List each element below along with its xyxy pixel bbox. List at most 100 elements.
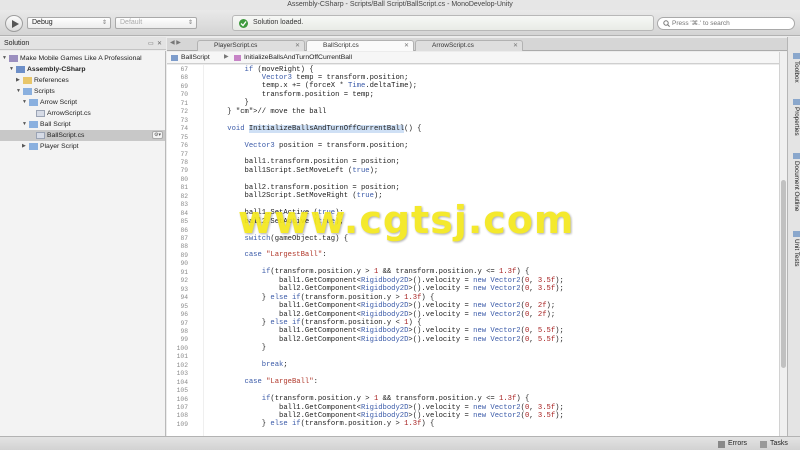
run-button[interactable] bbox=[5, 15, 23, 32]
chevron-updown-icon: ⇕ bbox=[101, 20, 107, 26]
tasks-icon bbox=[760, 441, 767, 448]
minimize-icon[interactable]: ▭ bbox=[148, 40, 154, 47]
chevron-down-icon[interactable]: ▼ bbox=[22, 119, 27, 130]
chevron-down-icon[interactable]: ▼ bbox=[22, 97, 27, 108]
main-toolbar: Debug ⇕ Default ⇕ Solution loaded. bbox=[0, 10, 800, 36]
code-line[interactable]: case "LargeBall": bbox=[210, 378, 318, 386]
line-number-gutter: 67 68 69 70 71 72 73 74 75 76 77 78 79 80 81 82 83 84 85 86… bbox=[167, 65, 195, 436]
code-line[interactable]: case "LargestBall": bbox=[210, 251, 327, 259]
tree-item-solution[interactable]: ▼ Make Mobile Games Like A Professional bbox=[0, 53, 165, 64]
code-line[interactable]: } else if(transform.position.y < 1) { bbox=[210, 319, 422, 327]
code-line[interactable]: Vector3 temp = transform.position; bbox=[210, 74, 409, 82]
dock-tab-toolbox[interactable]: Toolbox bbox=[789, 53, 800, 83]
code-line[interactable]: switch(gameObject.tag) { bbox=[210, 235, 349, 243]
code-editor[interactable]: 67 68 69 70 71 72 73 74 75 76 77 78 79 80 81 82 83 84 85 86… bbox=[167, 65, 779, 436]
errors-button[interactable]: Errors bbox=[728, 440, 747, 447]
code-line[interactable]: ball1.GetComponent<Rigidbody2D>().veloci… bbox=[210, 404, 564, 412]
code-line[interactable]: void InitializeBallsAndTurnOffCurrentBal… bbox=[210, 124, 421, 133]
code-line[interactable]: ball2.transform.position = position; bbox=[210, 184, 400, 192]
close-icon[interactable]: ✕ bbox=[513, 41, 518, 51]
chevron-right-icon[interactable]: ▶ bbox=[22, 141, 26, 152]
target-value: Default bbox=[120, 19, 143, 26]
code-line[interactable]: if(transform.position.y > 1 && transform… bbox=[210, 268, 530, 276]
code-line[interactable]: ball2.GetComponent<Rigidbody2D>().veloci… bbox=[210, 412, 564, 420]
code-line[interactable]: break; bbox=[210, 361, 288, 369]
code-line[interactable]: ball2.GetComponent<Rigidbody2D>().veloci… bbox=[210, 285, 564, 293]
code-line[interactable]: Vector3 position = transform.position; bbox=[210, 142, 409, 150]
tree-item-arrow-script[interactable]: ▼ Arrow Script bbox=[0, 97, 165, 108]
code-line[interactable]: ball2Script.SetMoveRight (true); bbox=[210, 192, 383, 200]
code-line[interactable]: ball1.SetActive (true); bbox=[210, 209, 344, 217]
chevron-right-icon[interactable]: ▶ bbox=[16, 75, 20, 86]
solution-icon bbox=[9, 55, 18, 62]
method-icon bbox=[234, 55, 241, 61]
scrollbar-thumb[interactable] bbox=[781, 180, 786, 368]
chevron-down-icon[interactable]: ▼ bbox=[2, 53, 7, 64]
code-line[interactable]: ball2.GetComponent<Rigidbody2D>().veloci… bbox=[210, 311, 555, 319]
tab-playerscript[interactable]: PlayerScript.cs ✕ bbox=[197, 40, 305, 51]
close-icon[interactable]: ✕ bbox=[295, 41, 300, 51]
tree-item-arrowscript-cs[interactable]: ArrowScript.cs bbox=[0, 108, 165, 119]
chevron-down-icon[interactable]: ▼ bbox=[16, 86, 21, 97]
chevron-updown-icon: ⇕ bbox=[187, 20, 193, 26]
breadcrumb: BallScript ▶ InitializeBallsAndTurnOffCu… bbox=[167, 52, 787, 64]
code-line[interactable]: if (moveRight) { bbox=[210, 66, 314, 74]
tree-item-project[interactable]: ▼ Assembly-CSharp bbox=[0, 64, 165, 75]
code-line[interactable]: } else if(transform.position.y > 1.3f) { bbox=[210, 420, 435, 428]
tree-item-ball-script[interactable]: ▼ Ball Script bbox=[0, 119, 165, 130]
dock-tab-document-outline[interactable]: Document Outline bbox=[789, 153, 800, 211]
search-input[interactable] bbox=[672, 19, 790, 28]
tab-ballscript[interactable]: BallScript.cs ✕ bbox=[306, 40, 414, 51]
configuration-select[interactable]: Debug ⇕ bbox=[27, 17, 111, 29]
code-line[interactable]: ball1.GetComponent<Rigidbody2D>().veloci… bbox=[210, 302, 555, 310]
tree-item-player-script[interactable]: ▶ Player Script bbox=[0, 141, 165, 152]
line-number: 76 bbox=[180, 142, 188, 150]
line-number: 107 bbox=[176, 404, 188, 411]
code-line[interactable]: } else if(transform.position.y > 1.3f) { bbox=[210, 294, 435, 302]
unit-tests-icon bbox=[792, 231, 800, 237]
class-icon bbox=[171, 55, 178, 61]
fold-margin bbox=[203, 65, 204, 436]
target-select[interactable]: Default ⇕ bbox=[115, 17, 197, 29]
properties-icon bbox=[792, 99, 800, 105]
code-line[interactable]: ball1.GetComponent<Rigidbody2D>().veloci… bbox=[210, 277, 564, 285]
tab-nav-arrows[interactable]: ◀ ▶ bbox=[170, 39, 181, 46]
tree-item-ballscript-cs[interactable]: BallScript.cs ⚙▾ bbox=[0, 130, 165, 141]
line-number: 78 bbox=[180, 158, 188, 166]
line-number: 106 bbox=[176, 395, 188, 403]
tree-item-scripts[interactable]: ▼ Scripts bbox=[0, 86, 165, 97]
code-line[interactable]: temp.x += (forceX * Time.deltaTime); bbox=[210, 82, 417, 90]
errors-icon bbox=[718, 441, 725, 448]
line-number: 105 bbox=[176, 387, 188, 395]
chevron-right-icon: ▶ bbox=[224, 54, 229, 60]
code-line[interactable]: if(transform.position.y > 1 && transform… bbox=[210, 395, 530, 403]
check-icon bbox=[239, 19, 248, 28]
tasks-button[interactable]: Tasks bbox=[770, 440, 788, 447]
breadcrumb-method[interactable]: InitializeBallsAndTurnOffCurrentBall bbox=[244, 52, 352, 63]
code-line[interactable]: transform.position = temp; bbox=[210, 91, 374, 99]
line-number: 73 bbox=[180, 116, 188, 124]
editor-scrollbar[interactable] bbox=[779, 52, 787, 436]
code-line[interactable]: } "cm">// move the ball bbox=[210, 108, 326, 116]
chevron-down-icon[interactable]: ▼ bbox=[9, 64, 14, 75]
line-number: 96 bbox=[180, 311, 188, 319]
tree-item-references[interactable]: ▶ References bbox=[0, 75, 165, 86]
line-number: 90 bbox=[180, 260, 188, 268]
code-line[interactable]: ball1.transform.position = position; bbox=[210, 158, 400, 166]
code-line[interactable]: ball1.GetComponent<Rigidbody2D>().veloci… bbox=[210, 327, 564, 335]
breadcrumb-class[interactable]: BallScript bbox=[181, 52, 210, 63]
search-box[interactable] bbox=[657, 17, 795, 30]
close-icon[interactable]: ✕ bbox=[157, 40, 162, 47]
code-line[interactable]: ball2.SetActive (true); bbox=[210, 218, 344, 226]
code-line[interactable]: } bbox=[210, 344, 266, 352]
dock-tab-properties[interactable]: Properties bbox=[789, 99, 800, 136]
line-number: 69 bbox=[180, 82, 188, 90]
close-icon[interactable]: ✕ bbox=[404, 41, 409, 51]
tab-arrowscript[interactable]: ArrowScript.cs ✕ bbox=[415, 40, 523, 51]
gear-icon[interactable]: ⚙▾ bbox=[152, 131, 163, 139]
code-line[interactable]: } bbox=[210, 99, 249, 107]
code-line[interactable]: ball1Script.SetMoveLeft (true); bbox=[210, 167, 379, 175]
code-line[interactable]: ball2.GetComponent<Rigidbody2D>().veloci… bbox=[210, 336, 564, 344]
folder-icon bbox=[29, 121, 38, 128]
dock-tab-unit-tests[interactable]: Unit Tests bbox=[789, 231, 800, 267]
